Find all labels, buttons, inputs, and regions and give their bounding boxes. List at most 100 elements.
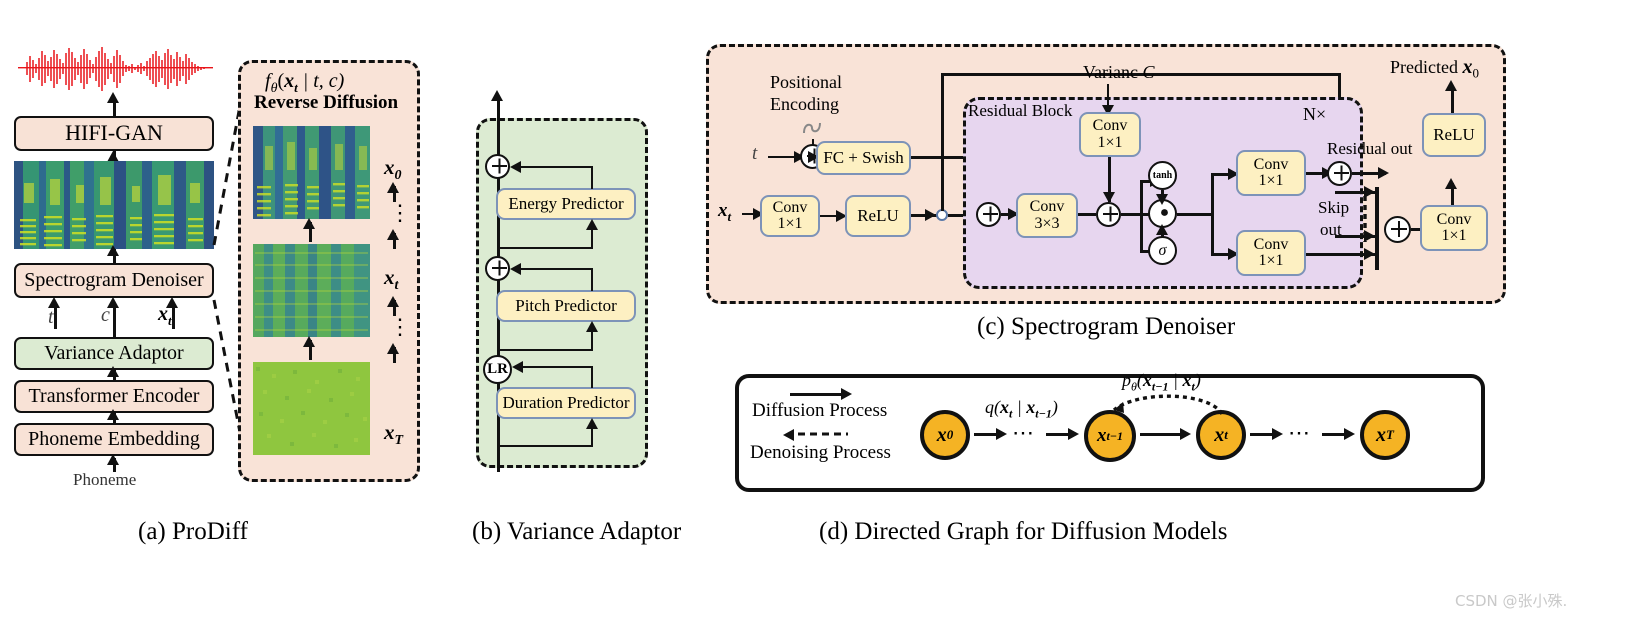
- block-label-line2: 1×1: [1097, 133, 1123, 151]
- operator-add-pitch: [485, 256, 510, 281]
- arrow-head: [586, 321, 598, 332]
- waveform-image: [18, 47, 213, 91]
- block-label: Duration Predictor: [502, 393, 630, 413]
- arrow-xtm1-to-xt: [1140, 433, 1185, 436]
- line-pitch-to-add: [518, 268, 593, 271]
- label-residual-out: Residual out: [1327, 139, 1413, 158]
- plus-circle-icon: [492, 260, 507, 276]
- caption-panel-a: (a) ProDiff: [138, 518, 248, 545]
- label-phoneme-input: Phoneme: [73, 470, 137, 489]
- block-conv-3x3: Conv 3×3: [1016, 193, 1078, 238]
- label-input-t: t: [752, 143, 758, 164]
- arrow-head: [925, 209, 936, 221]
- block-conv-input: Conv 1×1: [760, 195, 820, 237]
- line-duration-in-up: [591, 427, 594, 446]
- arrow-head: [387, 296, 399, 307]
- arrow-head: [1364, 248, 1375, 260]
- label-predicted-x0: Predicted x0: [1390, 56, 1479, 82]
- node-sub: t: [1224, 427, 1228, 442]
- arrow-head: [491, 90, 503, 101]
- arrow-head: [510, 263, 521, 275]
- block-label-line1: Conv: [1253, 235, 1289, 253]
- ellipsis-forward-1: ⋯: [1012, 420, 1036, 445]
- arrow-head: [841, 388, 852, 400]
- line-spine-to-pitch: [499, 349, 593, 352]
- arrow-head: [1180, 428, 1191, 440]
- arrow-head: [512, 361, 523, 373]
- x-sub: 0: [394, 168, 402, 184]
- x-base: x: [384, 420, 395, 444]
- node-base: x: [1096, 425, 1107, 446]
- block-label: Transformer Encoder: [28, 385, 200, 408]
- arrow-head: [586, 418, 598, 429]
- node-sub: T: [1386, 427, 1394, 442]
- plus-circle-icon: [1334, 165, 1349, 181]
- reverse-step-image-xt: [253, 244, 370, 337]
- node-base: x: [1376, 423, 1387, 446]
- node-base: x: [936, 423, 947, 446]
- line-mul-split: [1211, 173, 1214, 255]
- block-phoneme-embedding: Phoneme Embedding: [14, 423, 214, 456]
- arrow-head: [387, 343, 399, 354]
- block-label: ReLU: [857, 206, 899, 226]
- xt-base: x: [718, 200, 728, 221]
- line-spine-to-duration: [499, 445, 593, 448]
- plus-circle-icon: [983, 206, 998, 222]
- legend-label-denoising: Denoising Process: [750, 442, 891, 463]
- node-sub: t−1: [1106, 428, 1124, 443]
- block-label-line2: 1×1: [1258, 252, 1284, 269]
- block-conv-skip: Conv 1×1: [1236, 230, 1306, 276]
- block-relu-input: ReLU: [845, 195, 911, 237]
- variance-word: Varianc: [1083, 62, 1138, 82]
- arrow-head: [1156, 194, 1168, 205]
- arrow-head: [107, 366, 119, 377]
- xt-sub: t: [168, 313, 172, 328]
- block-label: Pitch Predictor: [515, 296, 617, 316]
- legend-label-diffusion: Diffusion Process: [752, 400, 888, 421]
- line-spine-to-energy: [499, 247, 593, 250]
- x-base: x: [384, 155, 395, 179]
- xt-sub: t: [727, 208, 732, 224]
- block-label-line1: Conv: [1253, 155, 1289, 173]
- predicted-sub: 0: [1472, 65, 1479, 81]
- label-positional-encoding-line2: Encoding: [770, 94, 839, 114]
- line-conv33-to-add: [1078, 213, 1096, 216]
- line-energy-up: [591, 166, 594, 189]
- block-duration-predictor: Duration Predictor: [496, 387, 636, 419]
- line-t-in: [768, 156, 796, 159]
- node-sub: 0: [946, 427, 954, 442]
- arrow-head: [303, 336, 315, 347]
- plus-circle-icon: [1103, 206, 1118, 222]
- block-label-line2: 1×1: [1258, 172, 1284, 189]
- operator-length-regulator: LR: [483, 355, 512, 384]
- arrow-head: [996, 428, 1007, 440]
- arrow-head: [1344, 428, 1355, 440]
- predicted-word: Predicted: [1390, 57, 1458, 77]
- arrow-head: [1378, 167, 1389, 179]
- xt-base: x: [284, 70, 295, 92]
- label-forward-formula: q(xt | xt−1): [985, 397, 1058, 421]
- label-step-xT: xT: [384, 420, 403, 449]
- sigma-label: σ: [1158, 241, 1167, 259]
- block-label-line1: Conv: [1092, 117, 1128, 135]
- ellipsis-forward-2: ⋯: [1288, 420, 1312, 445]
- label-skip-out-line2: out: [1320, 220, 1342, 239]
- arrow-head: [510, 161, 521, 173]
- label-residual-block: Residual Block: [968, 101, 1073, 120]
- arrow-head: [387, 229, 399, 240]
- block-label-line2: 1×1: [1441, 227, 1467, 244]
- label-repeat-n: N×: [1303, 104, 1327, 124]
- label-condition-c: c: [101, 304, 110, 326]
- legend-arrow-denoising: [798, 432, 848, 436]
- caption-panel-d: (d) Directed Graph for Diffusion Models: [819, 518, 1228, 545]
- block-relu-output: ReLU: [1422, 113, 1486, 157]
- plus-circle-icon: [1391, 221, 1407, 237]
- caption-panel-c: (c) Spectrogram Denoiser: [977, 313, 1236, 340]
- label-variance-c: Varianc C: [1083, 62, 1154, 83]
- ellipsis-2: ⋮: [389, 314, 413, 339]
- spectrogram-image: [14, 161, 214, 249]
- x-sub: t: [394, 278, 399, 294]
- operator-add-residual-input: [976, 202, 1001, 227]
- skip-collector-bar: [1375, 187, 1379, 270]
- block-conv-output: Conv 1×1: [1420, 205, 1488, 251]
